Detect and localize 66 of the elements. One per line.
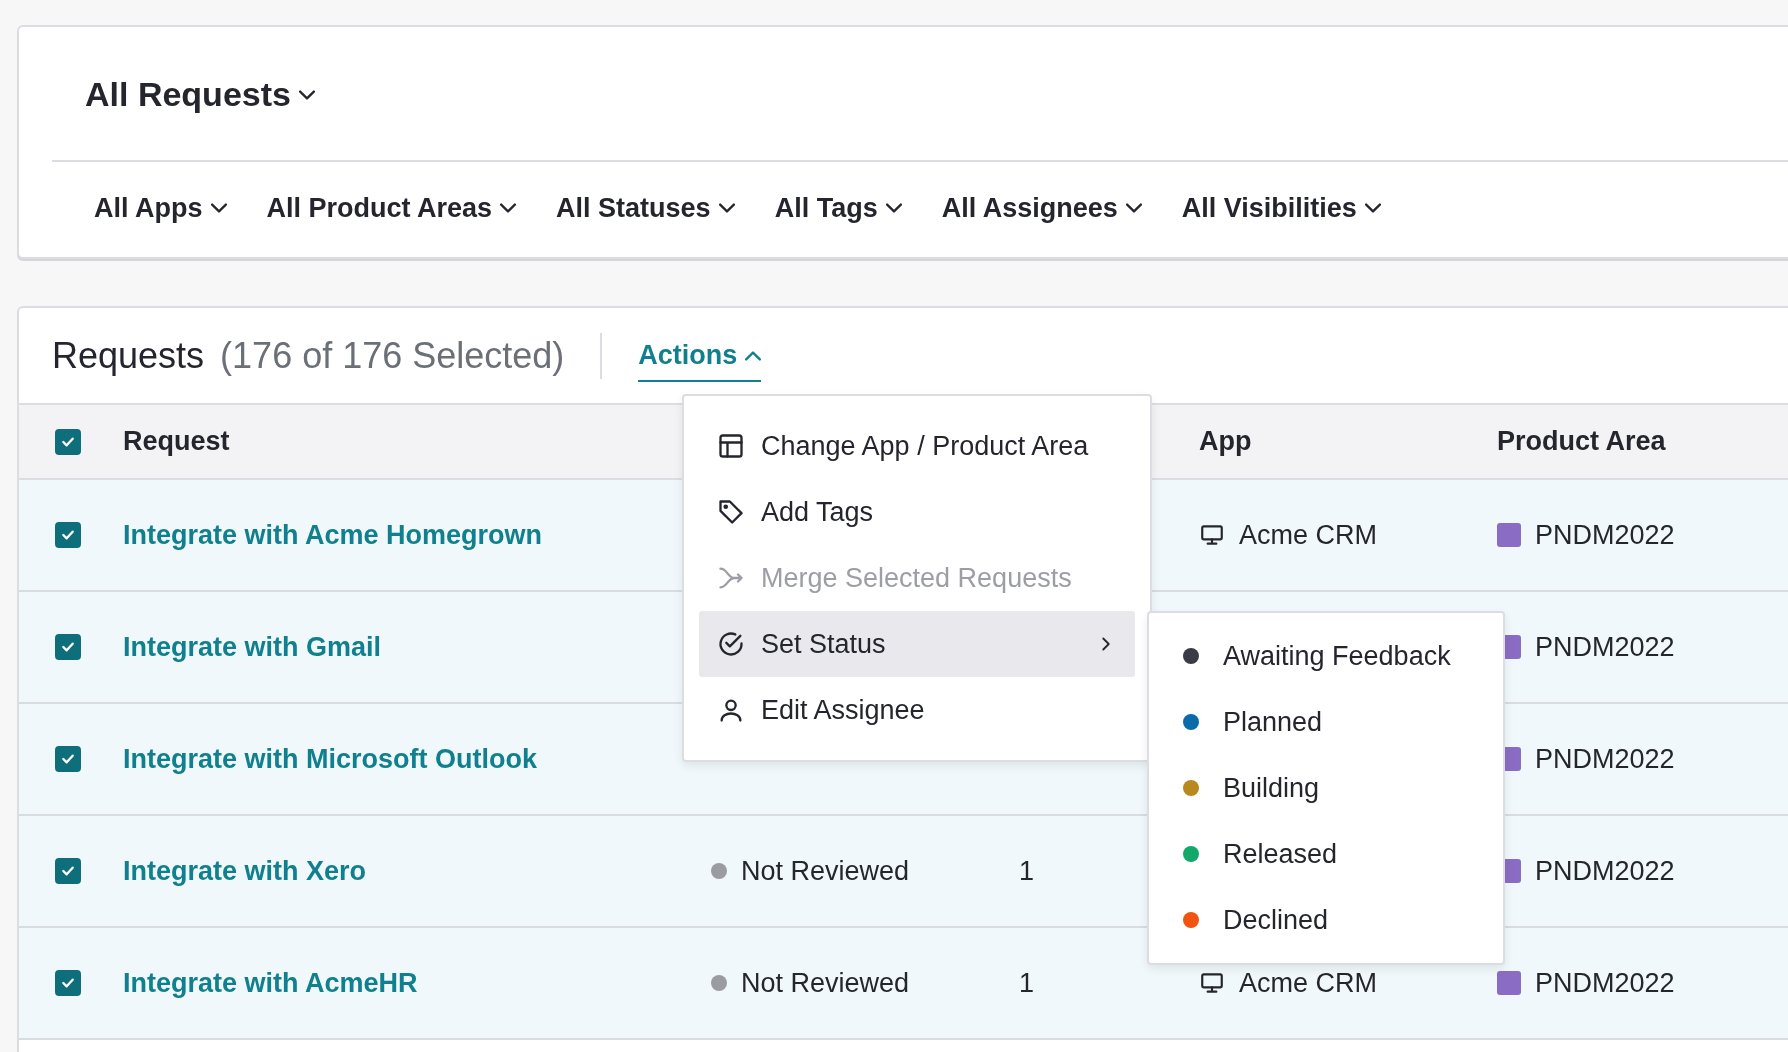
caret-icon	[885, 203, 902, 214]
column-header: App	[1199, 425, 1253, 459]
filter-dropdown[interactable]: All Assignees	[941, 188, 1142, 229]
check-icon	[60, 527, 76, 543]
product-area-name: PNDM2022	[1535, 966, 1675, 1000]
status-option[interactable]: Declined	[1149, 887, 1503, 953]
checkbox[interactable]	[55, 858, 81, 884]
status-dot	[711, 863, 727, 879]
panel-title: Requests	[52, 333, 205, 378]
check-icon	[60, 751, 76, 767]
check-icon	[60, 975, 76, 991]
caret-icon	[1125, 203, 1142, 214]
product-area-name: PNDM2022	[1535, 854, 1675, 888]
count-text: 1	[1019, 855, 1035, 886]
status-option[interactable]: Planned	[1149, 689, 1503, 755]
caret-icon	[1364, 203, 1381, 214]
request-link[interactable]: Integrate with Microsoft Outlook	[123, 743, 537, 774]
status-text: Not Reviewed	[741, 854, 910, 888]
actions-dropdown[interactable]: Actions	[638, 335, 762, 382]
status-dot	[711, 975, 727, 991]
check-circle-icon	[717, 630, 745, 658]
check-icon	[60, 863, 76, 879]
status-option[interactable]: Awaiting Feedback	[1149, 623, 1503, 689]
column-header: Request	[123, 425, 231, 459]
filter-dropdown[interactable]: All Statuses	[556, 188, 735, 229]
caret-icon	[718, 203, 735, 214]
filter-dropdown[interactable]: All Apps	[94, 188, 227, 229]
app-name: Acme CRM	[1239, 966, 1377, 1000]
column-header: Product Area	[1497, 425, 1667, 459]
request-link[interactable]: Integrate with Gmail	[123, 631, 382, 662]
status-text: Not Reviewed	[741, 966, 910, 1000]
product-area-name: PNDM2022	[1535, 518, 1675, 552]
page-title-dropdown[interactable]: All Requests	[85, 69, 315, 120]
monitor-icon	[1199, 970, 1225, 996]
menu-item[interactable]: Set Status	[699, 611, 1135, 677]
check-icon	[60, 639, 76, 655]
checkbox[interactable]	[55, 522, 81, 548]
checkbox[interactable]	[55, 634, 81, 660]
status-option[interactable]: Released	[1149, 821, 1503, 887]
caret-icon	[500, 203, 517, 214]
filter-dropdown[interactable]: All Visibilities	[1181, 188, 1381, 229]
checkbox[interactable]	[55, 970, 81, 996]
product-area-name: PNDM2022	[1535, 630, 1675, 664]
filter-dropdown[interactable]: All Tags	[774, 188, 902, 229]
menu-item[interactable]: Add Tags	[699, 479, 1135, 545]
product-area-name: PNDM2022	[1535, 742, 1675, 776]
product-area-swatch	[1497, 971, 1521, 995]
menu-item[interactable]: Edit Assignee	[699, 677, 1135, 743]
count-text: 1	[1019, 967, 1035, 998]
monitor-icon	[1199, 522, 1225, 548]
caret-icon	[298, 89, 315, 100]
product-area-swatch	[1497, 523, 1521, 547]
filter-dropdown[interactable]: All Product Areas	[266, 188, 517, 229]
app-name: Acme CRM	[1239, 518, 1377, 552]
request-link[interactable]: Integrate with Xero	[123, 855, 367, 886]
request-link[interactable]: Integrate with AcmeHR	[123, 967, 418, 998]
request-link[interactable]: Integrate with Acme Homegrown	[123, 519, 543, 550]
status-option[interactable]: Building	[1149, 755, 1503, 821]
menu-item[interactable]: Change App / Product Area	[699, 413, 1135, 479]
tag-icon	[717, 498, 745, 526]
caret-icon	[745, 350, 762, 361]
checkbox[interactable]	[55, 428, 81, 455]
layout-icon	[717, 432, 745, 460]
checkbox[interactable]	[55, 746, 81, 772]
caret-icon	[210, 203, 227, 214]
selection-count: (176 of 176 Selected)	[220, 333, 565, 378]
